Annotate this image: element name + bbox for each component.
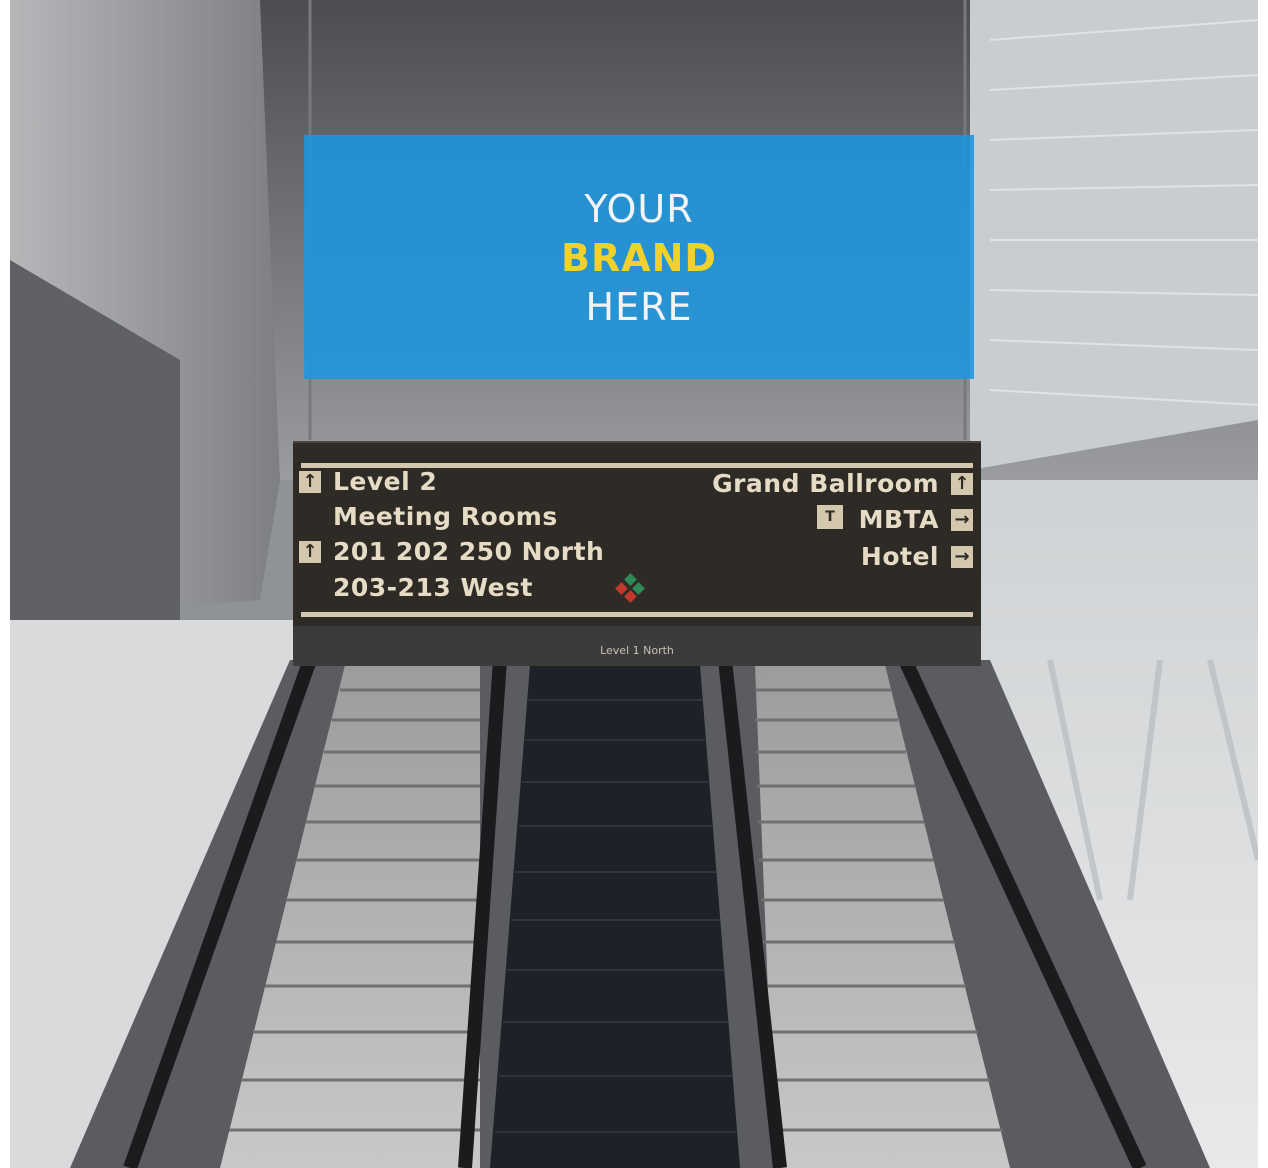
sign-meeting-rooms: Meeting Rooms: [333, 502, 558, 531]
sign-mbta: MBTA: [858, 505, 939, 534]
sign-rooms-west: 203-213 West: [333, 573, 533, 602]
up-arrow-icon: ↑: [299, 541, 321, 563]
right-arrow-icon: →: [951, 546, 973, 568]
sign-grand-ballroom: Grand Ballroom: [712, 469, 939, 498]
ad-text-line-1: YOUR: [584, 187, 694, 231]
sign-level-2: Level 2: [333, 467, 438, 496]
wayfinding-sign: ↑ Level 2 Meeting Rooms ↑ 201 202 250 No…: [293, 441, 981, 629]
up-arrow-icon: ↑: [299, 471, 321, 493]
ad-text-line-2: BRAND: [561, 236, 717, 280]
mbta-t-icon: T: [817, 505, 843, 529]
sign-hotel: Hotel: [860, 542, 939, 571]
sub-sign-label: Level 1 North: [600, 644, 674, 657]
ad-text-line-3: HERE: [585, 285, 693, 329]
up-arrow-icon: ↑: [951, 473, 973, 495]
sign-bottom-rule: [301, 612, 973, 617]
right-arrow-icon: →: [951, 509, 973, 531]
photo-scene: YOUR BRAND HERE ↑ Level 2 Meeting Rooms …: [10, 0, 1258, 1168]
sign-rooms-north: 201 202 250 North: [333, 537, 605, 566]
ad-placeholder-banner: YOUR BRAND HERE: [304, 135, 974, 379]
venue-logo-icon: [615, 573, 645, 603]
level-sub-sign: Level 1 North: [293, 626, 981, 666]
